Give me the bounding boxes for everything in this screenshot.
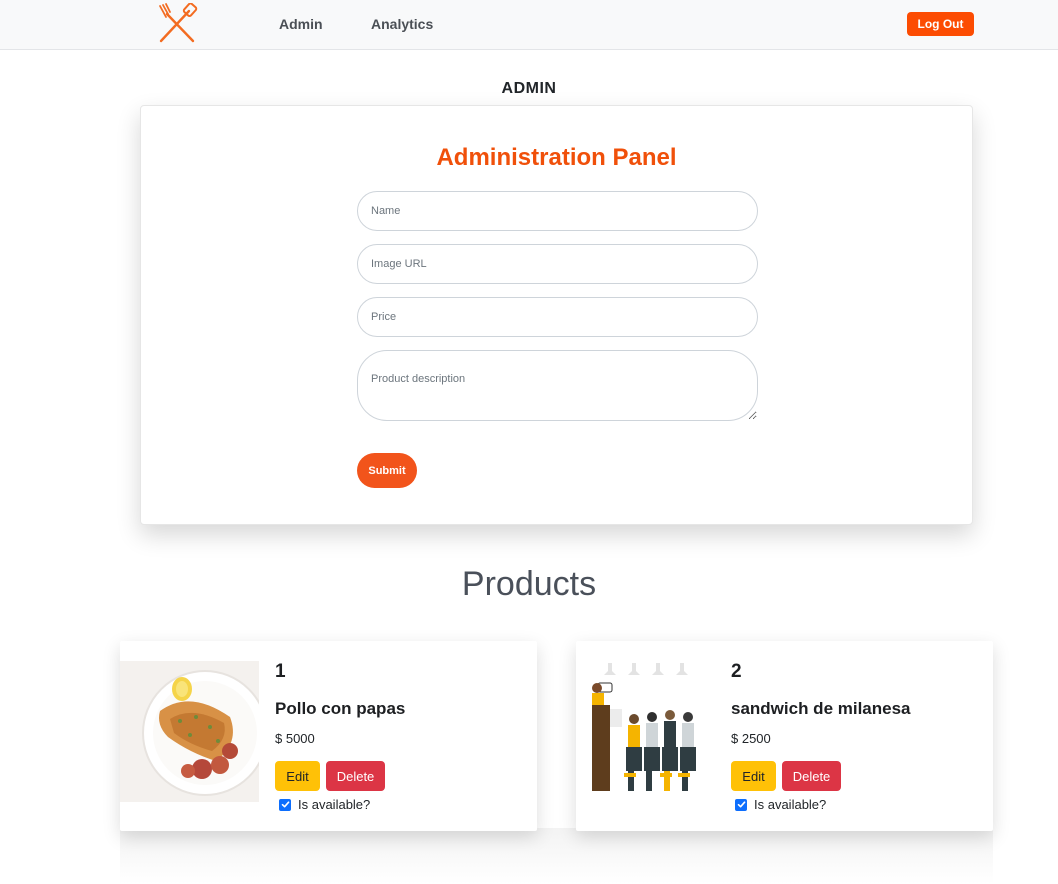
product-price: $ 2500 — [731, 731, 771, 746]
product-name: Pollo con papas — [275, 699, 406, 718]
availability-row: Is available? — [735, 797, 826, 812]
availability-row: Is available? — [279, 797, 370, 812]
availability-checkbox[interactable] — [735, 798, 747, 811]
delete-button[interactable]: Delete — [326, 761, 385, 791]
crossed-fork-spatula-icon[interactable] — [155, 2, 199, 45]
price-input[interactable] — [357, 297, 758, 337]
product-price: $ 5000 — [275, 731, 315, 746]
product-description-textarea[interactable] — [357, 350, 758, 421]
submit-button[interactable]: Submit — [357, 453, 417, 488]
grilled-chicken-plate-image — [120, 661, 259, 802]
nav-link-admin[interactable]: Admin — [279, 16, 323, 32]
next-row-shadow — [120, 828, 993, 884]
product-card: 2 sandwich de milanesa $ 2500 Edit Delet… — [576, 641, 993, 831]
panel-title: Administration Panel — [436, 144, 677, 171]
product-id: 2 — [731, 661, 742, 682]
product-name: sandwich de milanesa — [731, 699, 911, 718]
name-input[interactable] — [357, 191, 758, 231]
availability-checkbox[interactable] — [279, 798, 291, 811]
product-card: 1 Pollo con papas $ 5000 Edit Delete Is … — [120, 641, 537, 831]
availability-label: Is available? — [754, 797, 827, 812]
nav-link-analytics[interactable]: Analytics — [371, 16, 433, 32]
products-title: Products — [461, 565, 597, 603]
delete-button[interactable]: Delete — [782, 761, 841, 791]
top-navbar: Admin Analytics Log Out — [0, 0, 1058, 50]
image-url-input[interactable] — [357, 244, 758, 284]
availability-label: Is available? — [298, 797, 371, 812]
edit-button[interactable]: Edit — [275, 761, 320, 791]
administration-panel-card: Administration Panel Submit — [140, 105, 973, 525]
edit-button[interactable]: Edit — [731, 761, 776, 791]
product-id: 1 — [275, 661, 286, 682]
people-seminar-illustration — [584, 661, 708, 795]
page-heading: ADMIN — [501, 80, 557, 97]
logout-button[interactable]: Log Out — [907, 12, 974, 36]
